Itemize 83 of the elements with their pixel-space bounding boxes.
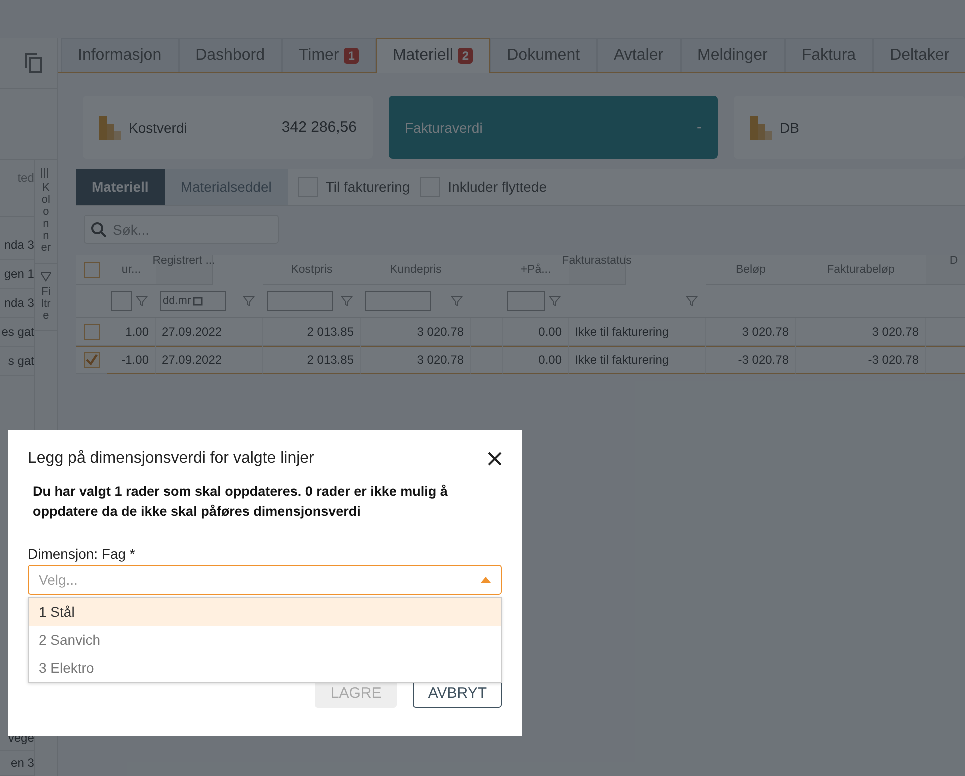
filter-icon [41,272,52,282]
checkbox-label: Til fakturering [326,179,410,195]
filter-icon[interactable] [686,296,698,306]
column-header[interactable]: Kostpris [291,264,333,276]
dropdown-option[interactable]: 2 Sanvich [29,626,501,654]
table-cell: 3 020.78 [742,324,789,338]
column-header[interactable]: +På... [520,264,552,276]
column-header[interactable]: Registrert ... [152,255,216,267]
filter-icon[interactable] [451,296,463,306]
dropdown-option[interactable]: 3 Elektro [29,654,501,682]
list-item[interactable]: gen 1 [0,260,34,289]
table-cell: 27.09.2022 [162,353,222,367]
copy-icon[interactable] [23,52,43,74]
side-tab[interactable]: Kolonner [35,160,57,264]
column-header[interactable]: ur... [122,264,142,276]
checkbox[interactable] [84,262,100,278]
tab[interactable]: Meldinger [680,38,785,72]
count-badge: 1 [344,48,359,64]
table-cell: 2 013.85 [307,353,354,367]
table-cell: Ikke til fakturering [575,324,670,338]
card-label: DB [780,120,800,136]
bar-chart-icon [99,116,121,140]
table-cell: 0.00 [538,353,562,367]
tab[interactable]: Materiell 2 [376,38,490,73]
column-header[interactable]: Kundepris [390,264,442,276]
date-input[interactable]: dd.mr [160,291,226,311]
list-item[interactable]: es gat [0,318,34,347]
bar-chart-icon [750,116,772,140]
table-cell: 0.00 [538,324,562,338]
tab[interactable]: Dashbord [178,38,282,72]
table-cell: 27.09.2022 [162,324,222,338]
tab[interactable]: Dokument [490,38,598,72]
dialog-message: Du har valgt 1 rader som skal oppdateres. 0 rader er ikke mulig å oppdatere da de ikke skal påføres dimensjonsverdi [33,483,449,521]
dialog-title: Legg på dimensjonsverdi for valgte linjer [28,450,314,468]
close-button[interactable] [488,452,502,466]
checkmark-icon [86,354,98,366]
checkbox[interactable] [84,352,100,368]
checkbox-label: Inkluder flyttede [448,179,548,195]
field-label: Dimensjon: Fag * [28,546,136,562]
count-badge: 2 [458,48,474,64]
column-header[interactable]: Fakturastatus [562,255,632,267]
card-value: - [697,119,702,136]
column-header[interactable]: Beløp [736,264,766,276]
side-tab[interactable]: Filtre [35,264,57,331]
column-header[interactable]: Fakturabeløp [827,264,895,276]
card-label: Fakturaverdi [405,120,483,136]
list-item[interactable]: en 3 [0,751,34,776]
filter-input[interactable] [111,291,132,311]
table-cell: 3 020.78 [417,324,464,338]
list-item[interactable]: s gat [0,347,34,376]
filter-input[interactable] [365,291,431,311]
sub-tab[interactable]: Materiell [76,169,165,205]
table-cell: -3 020.78 [738,353,789,367]
checkbox[interactable] [84,324,100,340]
filter-input[interactable] [507,291,545,311]
filter-icon[interactable] [243,296,255,306]
tab[interactable]: Avtaler [597,38,681,72]
table-cell: 3 020.78 [872,324,919,338]
filter-icon[interactable] [341,296,353,306]
calendar-icon [193,296,204,306]
table-cell: -3 020.78 [868,353,919,367]
search-icon [91,222,107,238]
tab[interactable]: Timer 1 [282,38,376,72]
tab[interactable]: Informasjon [61,38,179,72]
tab[interactable]: Deltaker [873,38,965,72]
tab[interactable]: Faktura [784,38,874,72]
table-cell: 1.00 [126,324,149,338]
table-cell: -1.00 [122,353,149,367]
filter-icon[interactable] [549,296,561,306]
list-item[interactable]: nda 3 [0,231,34,260]
table-cell: Ikke til fakturering [575,353,670,367]
table-cell: 2 013.85 [307,324,354,338]
list-item[interactable]: nda 3 [0,289,34,318]
card-label: Kostverdi [129,120,188,136]
close-icon [488,452,502,466]
dropdown-field[interactable]: Velg... [28,565,502,595]
table-cell: 3 020.78 [417,353,464,367]
card-value: 342 286,56 [282,119,357,136]
dropdown-option[interactable]: 1 Stål [29,598,501,626]
filter-input[interactable] [267,291,333,311]
filter-icon[interactable] [136,296,148,306]
caret-icon [481,577,491,583]
columns-icon [41,168,52,178]
